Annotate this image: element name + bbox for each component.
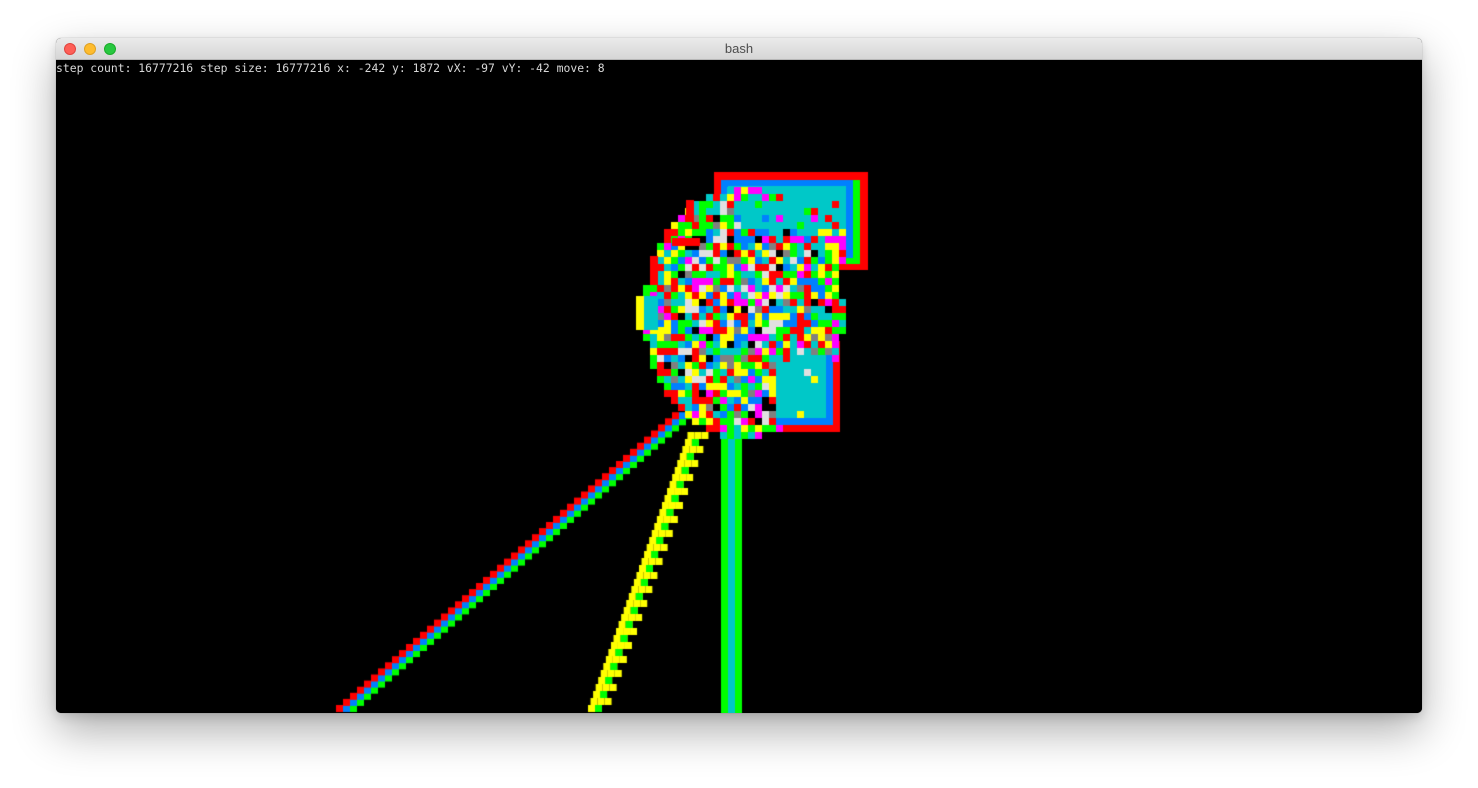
window-title: bash (724, 41, 754, 56)
terminal-area[interactable]: step count: 16777216 step size: 16777216… (56, 60, 1422, 713)
cellular-automaton-canvas (56, 60, 1422, 713)
title-bar[interactable]: bash (56, 38, 1422, 60)
status-line: step count: 16777216 step size: 16777216… (56, 61, 605, 75)
terminal-window: bash step count: 16777216 step size: 167… (56, 38, 1422, 713)
